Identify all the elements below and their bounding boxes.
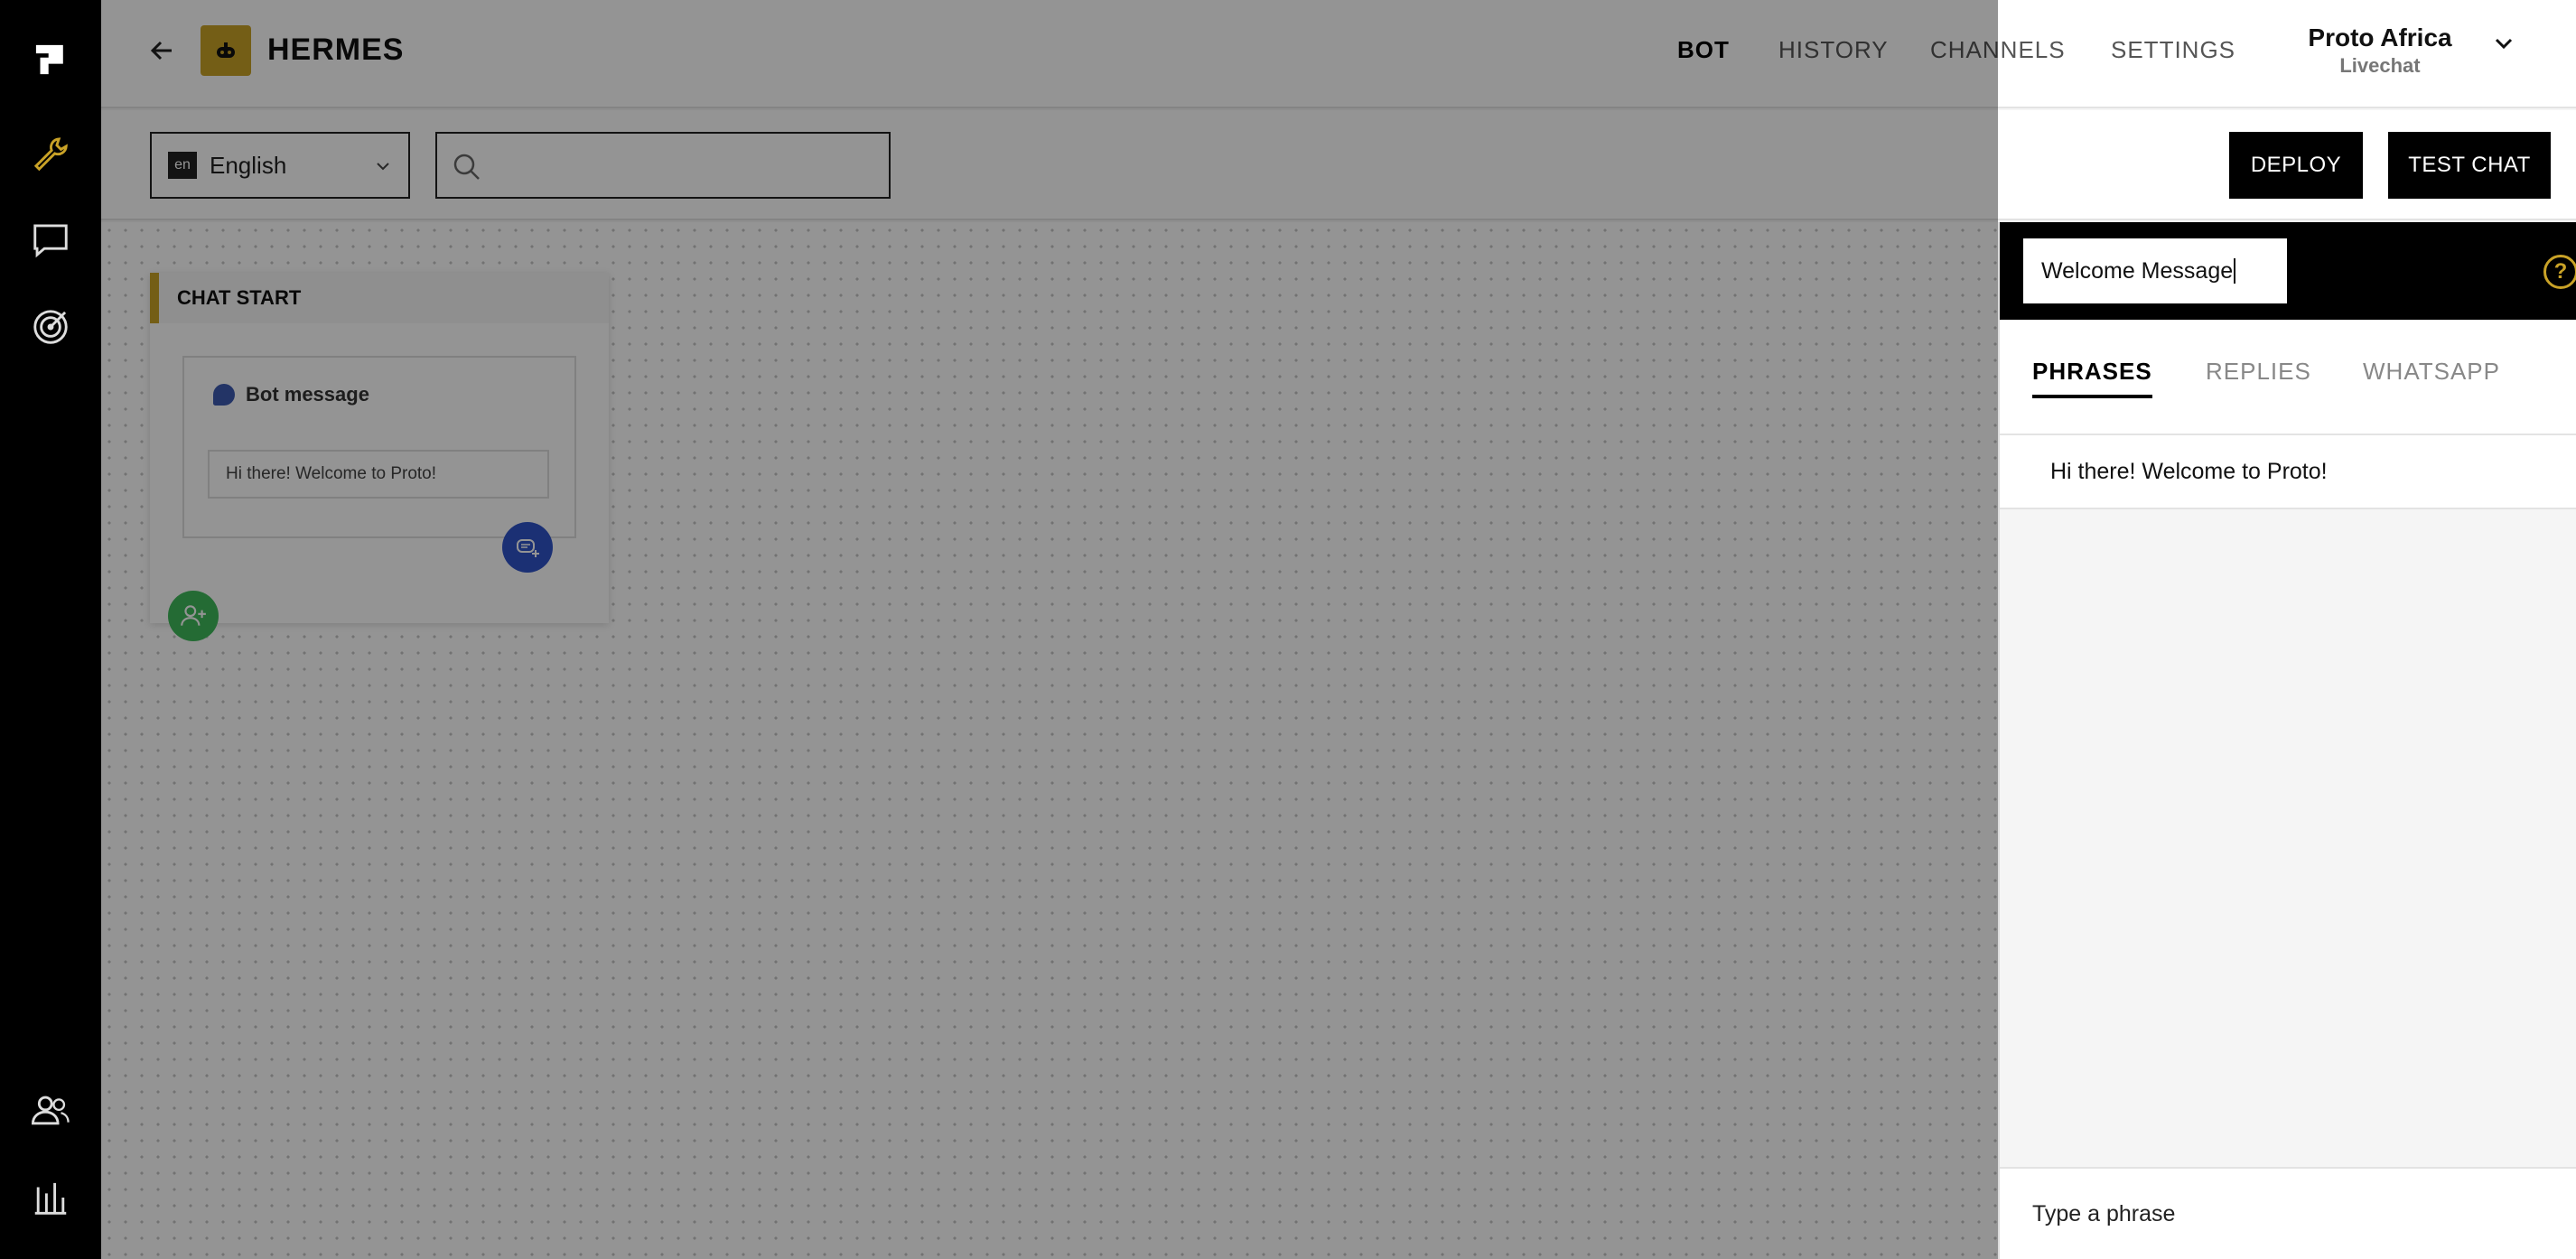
nav-channels[interactable]: CHANNELS (1930, 36, 2066, 64)
add-message-icon (517, 539, 539, 557)
chevron-down-icon (377, 163, 389, 171)
bot-message-text[interactable]: Hi there! Welcome to Proto! (208, 450, 549, 499)
phrase-input[interactable]: Type a phrase (2000, 1167, 2576, 1259)
node-title: CHAT START (150, 273, 609, 323)
add-message-button[interactable] (502, 522, 553, 573)
speech-bubble-icon (213, 384, 235, 406)
tab-whatsapp[interactable]: WHATSAPP (2363, 358, 2500, 395)
search-icon (453, 154, 480, 180)
chat-start-node[interactable]: CHAT START Bot message Hi there! Welcome… (150, 273, 609, 641)
sidebar-rail (0, 0, 101, 1259)
panel-header: Welcome Message ? (2000, 222, 2576, 320)
org-switcher[interactable]: Proto Africa Livechat (2285, 23, 2475, 78)
text-cursor (2234, 258, 2236, 284)
bot-logo-icon (201, 25, 251, 76)
users-icon[interactable] (27, 1087, 74, 1134)
toolbar: en English DEPLOY TEST CHAT (101, 110, 2576, 220)
target-icon[interactable] (27, 303, 74, 350)
test-chat-button[interactable]: TEST CHAT (2388, 132, 2551, 199)
message-editor-panel: Welcome Message ? PHRASES REPLIES WHATSA… (1998, 222, 2576, 1259)
chat-icon[interactable] (27, 217, 74, 264)
nav-history[interactable]: HISTORY (1778, 36, 1889, 64)
nav-settings[interactable]: SETTINGS (2111, 36, 2235, 64)
search-input[interactable] (435, 132, 891, 199)
app-logo-icon[interactable] (27, 36, 74, 83)
panel-tabs: PHRASES REPLIES WHATSAPP (2000, 320, 2576, 435)
bot-message-card[interactable]: Bot message Hi there! Welcome to Proto! (182, 356, 576, 538)
nav-bot[interactable]: BOT (1677, 36, 1730, 64)
language-label: English (210, 151, 287, 179)
app-title: HERMES (267, 33, 405, 67)
tab-phrases[interactable]: PHRASES (2032, 358, 2152, 398)
top-header: HERMES BOT HISTORY CHANNELS SETTINGS Pro… (101, 0, 2576, 108)
tab-replies[interactable]: REPLIES (2206, 358, 2311, 395)
bar-chart-icon[interactable] (27, 1174, 74, 1221)
bot-message-title: Bot message (213, 383, 369, 406)
deploy-button[interactable]: DEPLOY (2229, 132, 2363, 199)
add-user-icon (181, 605, 206, 626)
language-select[interactable]: en English (150, 132, 410, 199)
bot-message-label: Bot message (246, 383, 369, 406)
language-code-badge: en (168, 152, 197, 179)
help-icon[interactable]: ? (2543, 255, 2576, 289)
message-name-value: Welcome Message (2041, 257, 2234, 284)
wrench-icon[interactable] (27, 130, 74, 177)
chevron-down-icon[interactable] (2493, 33, 2515, 54)
add-user-button[interactable] (168, 591, 219, 641)
back-arrow-icon[interactable] (145, 33, 181, 69)
flow-canvas[interactable]: CHAT START Bot message Hi there! Welcome… (101, 222, 1998, 1259)
org-name: Proto Africa (2308, 23, 2452, 51)
org-subtitle: Livechat (2339, 54, 2421, 77)
list-item[interactable]: Hi there! Welcome to Proto! (2000, 435, 2576, 509)
message-name-input[interactable]: Welcome Message (2023, 238, 2287, 303)
